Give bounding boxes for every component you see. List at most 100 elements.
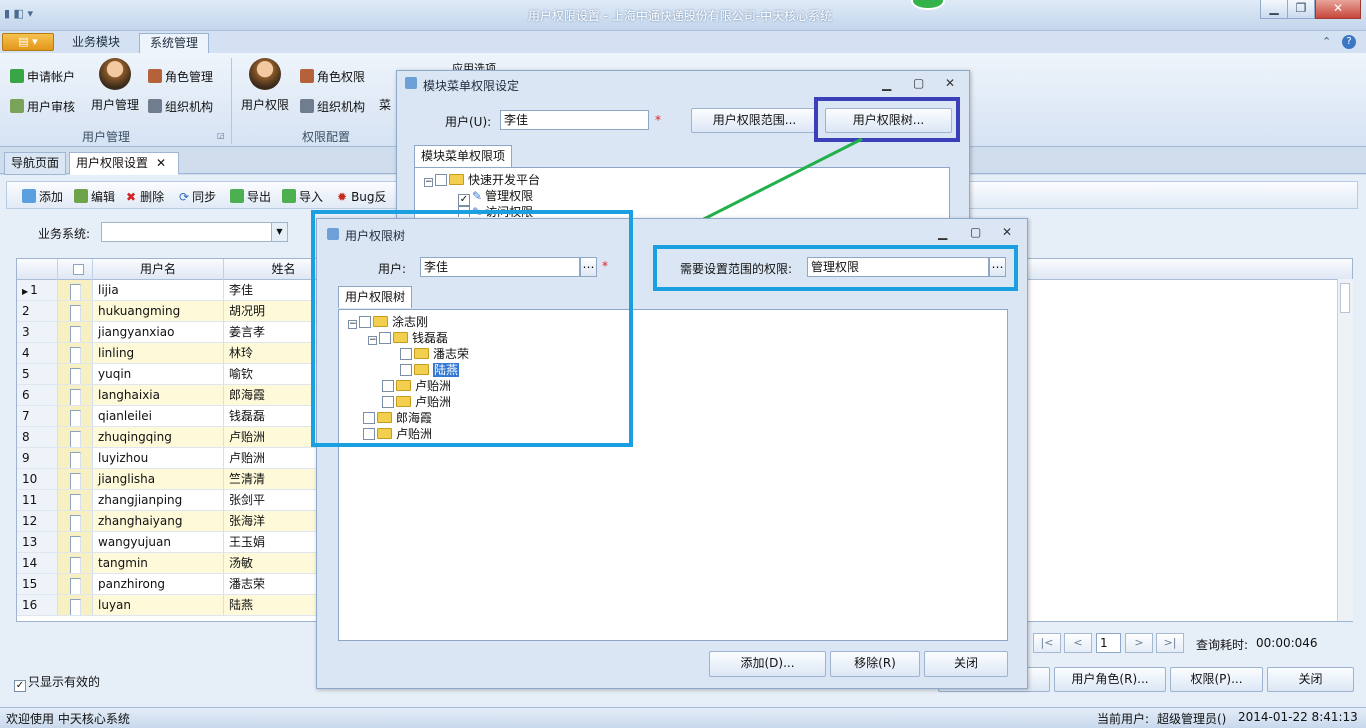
- row-select-cell[interactable]: [58, 427, 93, 448]
- username-cell: hukuangming: [93, 301, 224, 322]
- apply-account-button[interactable]: 申请帐户: [10, 68, 75, 85]
- permission-button[interactable]: 权限(P)...: [1170, 667, 1263, 692]
- org-perm-button[interactable]: 组织机构: [300, 98, 365, 115]
- remove-button[interactable]: 移除(R): [830, 651, 920, 677]
- row-checkbox[interactable]: [70, 494, 81, 510]
- tree-dialog-close-button[interactable]: 关闭: [924, 651, 1008, 677]
- row-checkbox[interactable]: [70, 452, 81, 468]
- only-valid-label: 只显示有效的: [28, 675, 101, 689]
- page-number-input[interactable]: 1: [1096, 633, 1121, 653]
- tree-dialog-close[interactable]: ✕: [1002, 225, 1012, 239]
- ribbon-tab-system[interactable]: 系统管理: [139, 33, 210, 53]
- import-button[interactable]: 导入: [282, 188, 323, 205]
- only-valid-check[interactable]: ✓: [14, 680, 26, 692]
- scroll-thumb[interactable]: [1340, 283, 1350, 313]
- first-page-button[interactable]: |<: [1033, 633, 1061, 653]
- help-icon[interactable]: ?: [1342, 35, 1356, 49]
- row-checkbox[interactable]: [70, 578, 81, 594]
- row-select-cell[interactable]: [58, 406, 93, 427]
- row-select-cell[interactable]: [58, 301, 93, 322]
- row-select-cell[interactable]: [58, 511, 93, 532]
- row-select-cell[interactable]: [58, 469, 93, 490]
- edit-button[interactable]: 编辑: [74, 188, 115, 205]
- menu-tree-node-manage[interactable]: ✓ ✎ 管理权限: [458, 189, 533, 206]
- row-checkbox[interactable]: [70, 473, 81, 489]
- user-audit-button[interactable]: 用户审核: [10, 98, 75, 115]
- select-all-header[interactable]: [58, 259, 93, 280]
- row-checkbox[interactable]: [70, 431, 81, 447]
- user-perm-button[interactable]: 用户权限: [238, 58, 292, 118]
- row-checkbox[interactable]: [70, 515, 81, 531]
- app-menu-button[interactable]: ▤ ▾: [2, 33, 54, 51]
- row-select-cell[interactable]: [58, 322, 93, 343]
- row-checkbox[interactable]: [70, 326, 81, 342]
- row-checkbox[interactable]: [70, 368, 81, 384]
- org-button[interactable]: 组织机构: [148, 98, 213, 115]
- select-all-checkbox[interactable]: [73, 264, 84, 275]
- import-icon: [282, 189, 296, 203]
- only-valid-checkbox[interactable]: ✓ 只显示有效的: [14, 673, 100, 692]
- menu-dialog-minimize[interactable]: ▁: [882, 77, 891, 91]
- user-manage-button[interactable]: 用户管理: [88, 58, 142, 118]
- menu-perm-button[interactable]: 菜: [379, 96, 391, 113]
- role-manage-button[interactable]: 角色管理: [148, 68, 213, 85]
- row-select-cell[interactable]: [58, 574, 93, 595]
- username-cell: yuqin: [93, 364, 224, 385]
- sync-button[interactable]: ⟳ 同步: [179, 188, 216, 205]
- export-button[interactable]: 导出: [230, 188, 271, 205]
- row-checkbox[interactable]: [70, 599, 81, 615]
- menu-tree-node-root[interactable]: − 快速开发平台: [424, 173, 540, 189]
- folder-icon: [449, 174, 464, 185]
- row-select-cell[interactable]: [58, 280, 93, 301]
- last-page-button[interactable]: >|: [1156, 633, 1184, 653]
- row-select-cell[interactable]: [58, 595, 93, 616]
- add-button[interactable]: 添加(D)...: [709, 651, 826, 677]
- row-select-cell[interactable]: [58, 490, 93, 511]
- row-select-cell[interactable]: [58, 385, 93, 406]
- menu-dialog-maximize[interactable]: ▢: [913, 76, 924, 90]
- close-tab-icon[interactable]: ✕: [156, 156, 166, 170]
- prev-page-button[interactable]: <: [1064, 633, 1092, 653]
- collapse-icon[interactable]: −: [424, 178, 433, 187]
- user-perm-range-button[interactable]: 用户权限范围...: [691, 108, 818, 133]
- menu-dialog-user-field[interactable]: 李佳: [500, 110, 649, 130]
- row-select-cell[interactable]: [58, 448, 93, 469]
- quick-access-toolbar[interactable]: ▮ ◧ ▾: [4, 7, 33, 20]
- tree-dialog-maximize[interactable]: ▢: [970, 225, 981, 239]
- business-system-select[interactable]: ▼: [101, 222, 288, 242]
- row-select-cell[interactable]: [58, 553, 93, 574]
- restore-button[interactable]: ❐: [1287, 0, 1315, 19]
- user-role-button[interactable]: 用户角色(R)...: [1054, 667, 1166, 692]
- ribbon-tab-business[interactable]: 业务模块: [62, 33, 130, 53]
- column-header-username[interactable]: 用户名: [93, 259, 224, 280]
- row-number: 15: [17, 574, 58, 595]
- row-checkbox[interactable]: [70, 305, 81, 321]
- tree-checkbox[interactable]: [435, 174, 447, 186]
- tab-navigation[interactable]: 导航页面: [4, 152, 67, 175]
- menu-dialog-close[interactable]: ✕: [945, 76, 955, 90]
- bug-report-button[interactable]: ✹ Bug反: [337, 188, 387, 205]
- ribbon-collapse-icon[interactable]: ⌃: [1322, 35, 1331, 48]
- row-select-cell[interactable]: [58, 532, 93, 553]
- row-checkbox[interactable]: [70, 284, 81, 300]
- row-checkbox[interactable]: [70, 389, 81, 405]
- tab-user-perm-settings[interactable]: 用户权限设置 ✕: [69, 152, 179, 175]
- row-number: ▶ 1: [17, 280, 58, 301]
- next-page-button[interactable]: >: [1125, 633, 1153, 653]
- minimize-button[interactable]: ▁: [1260, 0, 1288, 19]
- grid-scrollbar[interactable]: [1337, 279, 1353, 621]
- row-checkbox[interactable]: [70, 557, 81, 573]
- row-select-cell[interactable]: [58, 364, 93, 385]
- row-select-cell[interactable]: [58, 343, 93, 364]
- close-window-button[interactable]: ✕: [1315, 0, 1361, 19]
- add-button[interactable]: 添加: [22, 188, 63, 205]
- delete-button[interactable]: ✖ 删除: [126, 188, 164, 205]
- close-button[interactable]: 关闭: [1267, 667, 1354, 692]
- row-checkbox[interactable]: [70, 536, 81, 552]
- tree-dialog-minimize[interactable]: ▁: [938, 226, 947, 240]
- row-checkbox[interactable]: [70, 410, 81, 426]
- dialog-launcher-icon[interactable]: ◲: [217, 131, 225, 140]
- menu-dialog-tab[interactable]: 模块菜单权限项: [414, 145, 513, 167]
- role-perm-button[interactable]: 角色权限: [300, 68, 365, 85]
- row-checkbox[interactable]: [70, 347, 81, 363]
